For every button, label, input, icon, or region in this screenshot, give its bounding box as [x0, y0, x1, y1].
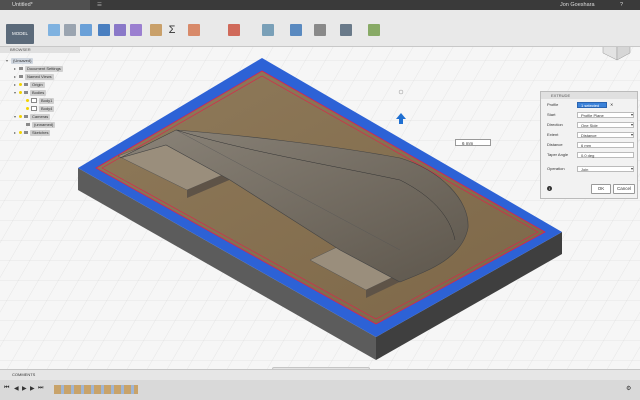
- finish-sketch-icon[interactable]: [64, 24, 76, 36]
- step-back-icon[interactable]: ◀: [14, 385, 19, 392]
- tree-item-bodies[interactable]: ▾ Bodies: [14, 89, 47, 96]
- operation-select[interactable]: Join: [577, 166, 634, 172]
- toolbar: MODEL Σ SKETCH CREATE MODIFY ASSEMBLE CO…: [0, 10, 640, 53]
- add-ins-icon[interactable]: [340, 24, 352, 36]
- press-pull-icon[interactable]: [150, 24, 162, 36]
- distance-input-inline[interactable]: 6 mm: [455, 139, 491, 146]
- timeline-features[interactable]: [54, 385, 138, 394]
- rewind-icon[interactable]: ⏮: [4, 385, 9, 392]
- chevron-down-icon[interactable]: ▾: [631, 121, 633, 129]
- extrude-dialog-title[interactable]: EXTRUDE: [541, 92, 637, 99]
- start-select[interactable]: Profile Plane: [577, 112, 634, 118]
- direction-select[interactable]: One Side: [577, 122, 634, 128]
- tree-item-body4[interactable]: Body4: [26, 105, 55, 112]
- timeline: ⏮ ◀ ▶ ▶ ⏭ ⚙: [0, 380, 640, 400]
- extrude-dialog: EXTRUDE Profile 1 selected ✕ Start Profi…: [540, 91, 638, 199]
- tree-item-body1[interactable]: Body1: [26, 97, 55, 104]
- sketch-icon[interactable]: [48, 24, 60, 36]
- chevron-down-icon[interactable]: ▾: [631, 111, 633, 119]
- make-icon[interactable]: [314, 24, 326, 36]
- operation-row: Operation Join ▾: [547, 165, 634, 173]
- comments-bar[interactable]: COMMENTS: [0, 369, 640, 380]
- camera-icon: [26, 123, 30, 127]
- browser-panel: BROWSER ▾ (Unsaved) ▸ Document Settings ▸ N…: [0, 47, 80, 150]
- fast-forward-icon[interactable]: ⏭: [38, 385, 43, 392]
- distance-input[interactable]: 6 mm: [577, 142, 634, 148]
- select-icon[interactable]: [368, 24, 380, 36]
- body-icon: [31, 106, 37, 112]
- inspect-icon[interactable]: [262, 24, 274, 36]
- chevron-down-icon[interactable]: ▾: [631, 165, 633, 173]
- extent-select[interactable]: Distance: [577, 132, 634, 138]
- tree-item-origin[interactable]: ▸ Origin: [14, 81, 45, 88]
- assemble-icon[interactable]: [188, 24, 200, 36]
- title-bar: Untitled* ☰ Jon Goeshara ?: [0, 0, 640, 10]
- visibility-bulb-icon[interactable]: [19, 91, 22, 95]
- sketch-tool-icon[interactable]: [80, 24, 92, 36]
- tree-root[interactable]: ▾ (Unsaved): [6, 57, 34, 64]
- start-row: Start Profile Plane ▾: [547, 111, 634, 119]
- profile-row: Profile 1 selected ✕: [547, 101, 614, 109]
- box-icon[interactable]: [114, 24, 126, 36]
- sigma-icon[interactable]: Σ: [166, 24, 178, 36]
- chevron-down-icon[interactable]: ▾: [631, 131, 633, 139]
- document-tab[interactable]: Untitled*: [0, 0, 90, 10]
- tree-item-document-settings[interactable]: ▸ Document Settings: [14, 65, 63, 72]
- gear-icon[interactable]: ⚙: [626, 385, 631, 392]
- profile-selection-chip[interactable]: 1 selected: [577, 102, 607, 108]
- step-forward-icon[interactable]: ▶: [30, 385, 35, 392]
- revolve-icon[interactable]: [130, 24, 142, 36]
- taper-angle-input[interactable]: 0.0 deg: [577, 152, 634, 158]
- folder-icon: [24, 131, 28, 135]
- extent-row: Extent Distance ▾: [547, 131, 634, 139]
- help-icon[interactable]: ?: [620, 1, 623, 9]
- info-icon[interactable]: i: [547, 186, 552, 191]
- gear-icon: [19, 67, 23, 71]
- play-icon[interactable]: ▶: [22, 385, 27, 392]
- tree-item-named-views[interactable]: ▸ Named Views: [14, 73, 54, 80]
- body-icon: [31, 98, 37, 104]
- visibility-bulb-icon[interactable]: [26, 107, 29, 111]
- folder-icon: [19, 75, 23, 79]
- tree-root-label: (Unsaved): [11, 57, 34, 64]
- folder-icon: [24, 83, 28, 87]
- ok-button[interactable]: OK: [591, 184, 611, 194]
- user-name[interactable]: Jon Goeshara: [560, 1, 595, 9]
- folder-icon: [24, 91, 28, 95]
- visibility-bulb-icon[interactable]: [19, 131, 22, 135]
- comments-label: COMMENTS: [12, 372, 36, 377]
- visibility-bulb-icon[interactable]: [26, 99, 29, 103]
- tree-item-unnamed[interactable]: (unnamed): [26, 121, 56, 128]
- visibility-bulb-icon[interactable]: [19, 83, 22, 87]
- document-title: Untitled*: [12, 2, 33, 8]
- cancel-button[interactable]: Cancel: [613, 184, 635, 194]
- construct-icon[interactable]: [228, 24, 240, 36]
- browser-header[interactable]: BROWSER: [0, 47, 80, 53]
- taper-angle-row: Taper Angle 0.0 deg: [547, 151, 635, 159]
- extrude-icon[interactable]: [98, 24, 110, 36]
- direction-row: Direction One Side ▾: [547, 121, 634, 129]
- visibility-bulb-icon[interactable]: [19, 115, 22, 119]
- workspace-switcher-button[interactable]: MODEL: [6, 24, 34, 44]
- app-menu-icon[interactable]: ☰: [97, 1, 102, 9]
- distance-row: Distance 6 mm: [547, 141, 635, 149]
- folder-icon: [24, 115, 28, 119]
- insert-icon[interactable]: [290, 24, 302, 36]
- close-icon[interactable]: ✕: [610, 101, 613, 109]
- tree-item-sketches[interactable]: ▸ Sketches: [14, 129, 51, 136]
- tree-item-cameras[interactable]: ▾ Cameras: [14, 113, 51, 120]
